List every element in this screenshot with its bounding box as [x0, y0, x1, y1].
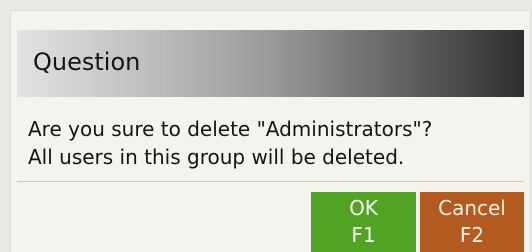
cancel-button[interactable]: Cancel F2	[420, 192, 524, 252]
message-line-2: All users in this group will be deleted.	[28, 145, 405, 169]
ok-button[interactable]: OK F1	[311, 192, 416, 252]
message-line-1: Are you sure to delete "Administrators"?	[28, 117, 433, 141]
dialog-title: Question	[33, 48, 141, 76]
cancel-button-shortcut: F2	[459, 223, 485, 247]
dialog-message: Are you sure to delete "Administrators"?…	[28, 115, 432, 171]
ok-button-label: OK	[349, 196, 378, 220]
screen: Question Are you sure to delete "Adminis…	[0, 0, 532, 252]
dialog-titlebar: Question	[17, 30, 524, 97]
cancel-button-label: Cancel	[438, 196, 506, 220]
dialog-divider	[17, 181, 524, 182]
ok-button-shortcut: F1	[351, 223, 376, 247]
